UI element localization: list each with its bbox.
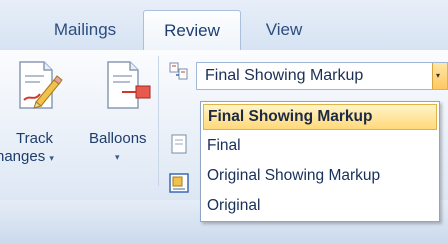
track-changes-label-line2: hanges ▾ bbox=[0, 148, 54, 165]
display-for-review-value: Final Showing Markup bbox=[205, 67, 364, 84]
combo-dropdown-button[interactable]: ▾ bbox=[432, 63, 447, 89]
reviewing-pane-icon[interactable] bbox=[168, 172, 190, 194]
show-markup-icon[interactable] bbox=[168, 133, 190, 155]
chevron-down-icon: ▾ bbox=[436, 71, 441, 80]
display-for-review-dropdown: Final Showing Markup Final Original Show… bbox=[200, 101, 440, 222]
balloons-dropdown-arrow-icon: ▾ bbox=[115, 152, 120, 162]
track-changes-icon bbox=[19, 61, 63, 109]
group-separator bbox=[158, 56, 159, 186]
tab-mailings[interactable]: Mailings bbox=[20, 10, 150, 50]
balloons-icon bbox=[107, 61, 151, 109]
track-changes-label-line1: Track bbox=[16, 130, 53, 147]
display-for-review-icon[interactable] bbox=[168, 60, 190, 82]
word-ribbon-screenshot: Mailings Review View Track hanges ▾ Ball… bbox=[0, 0, 448, 244]
tab-review[interactable]: Review bbox=[143, 10, 241, 51]
option-original-showing-markup[interactable]: Original Showing Markup bbox=[203, 163, 437, 189]
tab-view[interactable]: View bbox=[239, 10, 329, 50]
display-for-review-combo[interactable]: Final Showing Markup ▾ bbox=[196, 62, 448, 90]
ribbon-tab-strip: Mailings Review View bbox=[0, 0, 448, 51]
track-changes-dropdown-arrow-icon: ▾ bbox=[49, 153, 54, 163]
balloons-label: Balloons bbox=[89, 130, 147, 147]
option-original[interactable]: Original bbox=[203, 193, 437, 219]
option-final-showing-markup[interactable]: Final Showing Markup bbox=[203, 104, 437, 130]
option-final[interactable]: Final bbox=[203, 133, 437, 159]
